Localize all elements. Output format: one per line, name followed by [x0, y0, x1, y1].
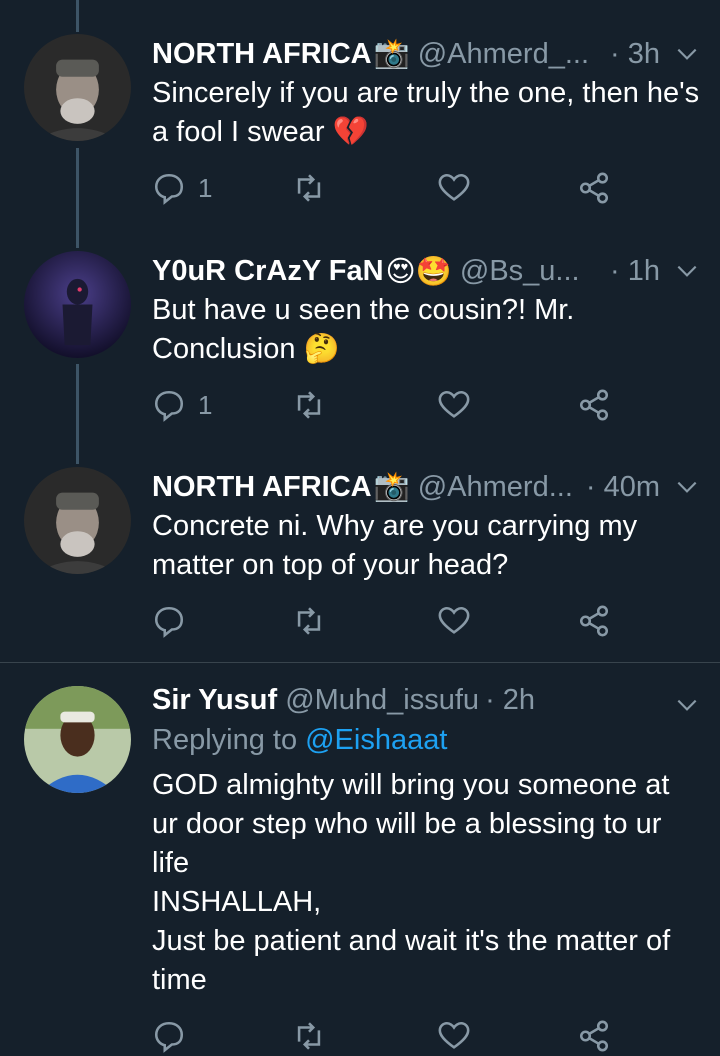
- timestamp[interactable]: · 1h: [604, 255, 660, 288]
- retweet-icon: [297, 607, 321, 635]
- tweet-actions: 1: [152, 168, 632, 208]
- name-emoji: 😍🤩: [385, 255, 452, 288]
- reply-icon: [154, 173, 184, 205]
- name-emoji: 📸: [373, 38, 410, 70]
- user-handle[interactable]: @Ahmerd...: [418, 471, 573, 504]
- thread-line: [76, 0, 79, 32]
- retweet-button[interactable]: [292, 1016, 326, 1056]
- retweet-button[interactable]: [292, 168, 326, 208]
- display-name[interactable]: NORTH AFRICA: [152, 471, 372, 504]
- user-handle[interactable]: @Muhd_issufu: [285, 684, 479, 717]
- user-handle[interactable]: @Ahmerd_...: [418, 38, 589, 71]
- tweet-text: Sincerely if you are truly the one, then…: [152, 77, 700, 148]
- avatar[interactable]: [24, 467, 131, 574]
- chevron-down-icon[interactable]: [674, 692, 700, 718]
- tweet-actions: [152, 1016, 632, 1056]
- share-icon: [579, 605, 609, 637]
- reply-icon: [154, 390, 184, 422]
- display-name[interactable]: Y0uR CrAzY FaN: [152, 255, 384, 288]
- timestamp[interactable]: · 2h: [485, 684, 535, 717]
- like-button[interactable]: [437, 601, 471, 641]
- share-button[interactable]: [577, 385, 611, 425]
- retweet-button[interactable]: [292, 385, 326, 425]
- tweet[interactable]: NORTH AFRICA 📸 @Ahmerd_... · 3h Sincerel…: [0, 34, 720, 244]
- reply-button[interactable]: [152, 601, 198, 641]
- replying-to-handle[interactable]: @Eishaaat: [305, 724, 447, 756]
- tweet-text: Concrete ni. Why are you carrying my mat…: [152, 510, 638, 581]
- heart-icon: [438, 390, 470, 418]
- tweet-text: But have u seen the cousin?! Mr. Conclus…: [152, 294, 575, 365]
- retweet-icon: [297, 174, 321, 202]
- retweet-button[interactable]: [292, 601, 326, 641]
- display-name[interactable]: Sir Yusuf: [152, 684, 277, 717]
- avatar[interactable]: [24, 34, 131, 141]
- user-handle[interactable]: @Bs_u...: [460, 255, 580, 288]
- tweet-actions: [152, 601, 632, 641]
- divider: [0, 662, 720, 663]
- name-emoji: 📸: [373, 471, 410, 503]
- tweet-text: GOD almighty will bring you someone at u…: [152, 769, 671, 996]
- like-button[interactable]: [437, 1016, 471, 1056]
- chevron-down-icon[interactable]: [674, 41, 700, 67]
- like-button[interactable]: [437, 168, 471, 208]
- replying-to: Replying to @Eishaaat: [152, 724, 447, 757]
- retweet-icon: [297, 1022, 321, 1050]
- like-button[interactable]: [437, 385, 471, 425]
- timestamp[interactable]: · 40m: [580, 471, 660, 504]
- avatar[interactable]: [24, 686, 131, 793]
- reply-button[interactable]: 1: [152, 168, 212, 208]
- reply-count: 1: [198, 172, 213, 203]
- display-name[interactable]: NORTH AFRICA: [152, 38, 372, 71]
- reply-button[interactable]: 1: [152, 385, 212, 425]
- reply-icon: [154, 606, 184, 638]
- heart-icon: [438, 606, 470, 634]
- share-button[interactable]: [577, 168, 611, 208]
- retweet-icon: [297, 391, 321, 419]
- share-button[interactable]: [577, 601, 611, 641]
- reply-count: 1: [198, 389, 213, 420]
- share-icon: [579, 389, 609, 421]
- reply-button[interactable]: [152, 1016, 186, 1056]
- heart-icon: [438, 173, 470, 201]
- tweet[interactable]: Sir Yusuf @Muhd_issufu · 2h Replying to @…: [0, 680, 720, 1053]
- tweet-actions: 1: [152, 385, 632, 425]
- share-icon: [579, 1020, 609, 1052]
- reply-icon: [154, 1021, 184, 1053]
- heart-icon: [438, 1021, 470, 1049]
- tweet[interactable]: Y0uR CrAzY FaN 😍🤩 @Bs_u... · 1h But have…: [0, 251, 720, 461]
- timestamp[interactable]: · 3h: [604, 38, 660, 71]
- share-icon: [579, 172, 609, 204]
- chevron-down-icon[interactable]: [674, 258, 700, 284]
- chevron-down-icon[interactable]: [674, 474, 700, 500]
- tweet[interactable]: NORTH AFRICA 📸 @Ahmerd... · 40m Concrete…: [0, 467, 720, 657]
- share-button[interactable]: [577, 1016, 611, 1056]
- replying-to-label: Replying to: [152, 724, 298, 756]
- avatar[interactable]: [24, 251, 131, 358]
